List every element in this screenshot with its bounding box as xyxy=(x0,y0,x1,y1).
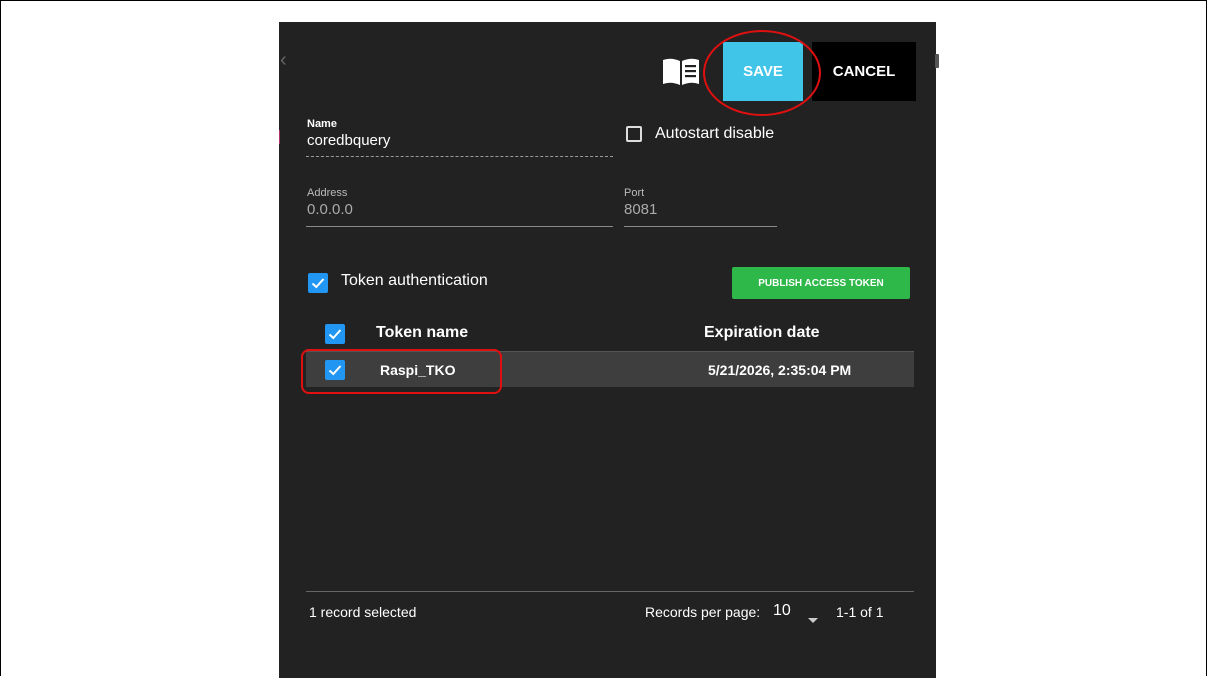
footer-divider xyxy=(306,591,914,592)
selection-count: 1 record selected xyxy=(309,604,417,620)
cancel-button[interactable]: CANCEL xyxy=(812,42,916,101)
edge-icon xyxy=(935,54,939,68)
expiration-date-cell: 5/21/2026, 2:35:04 PM xyxy=(708,362,852,378)
select-all-checkbox[interactable] xyxy=(325,324,345,344)
back-chevron-icon[interactable]: ‹ xyxy=(280,50,288,70)
address-underline xyxy=(306,226,613,227)
autostart-label: Autostart disable xyxy=(655,125,775,142)
check-icon xyxy=(328,329,342,340)
accent-marker xyxy=(279,130,280,144)
save-button[interactable]: SAVE xyxy=(723,42,803,101)
token-auth-checkbox[interactable] xyxy=(308,273,328,293)
column-header-expiration-date[interactable]: Expiration date xyxy=(704,324,820,342)
row-checkbox[interactable] xyxy=(325,360,345,380)
records-per-page-label: Records per page: xyxy=(645,604,761,620)
name-input[interactable]: coredbquery xyxy=(307,132,390,149)
name-underline xyxy=(306,156,613,157)
name-label: Name xyxy=(307,118,337,130)
port-input[interactable]: 8081 xyxy=(624,201,657,218)
service-edit-panel: ‹ SAVE CANCEL Name coredbquery Autostart… xyxy=(279,22,939,678)
token-name-cell: Raspi_TKO xyxy=(380,362,456,378)
chevron-down-icon[interactable] xyxy=(808,618,818,623)
column-header-token-name[interactable]: Token name xyxy=(376,324,468,342)
autostart-checkbox[interactable] xyxy=(626,126,642,142)
address-label: Address xyxy=(307,187,348,199)
check-icon xyxy=(328,365,342,376)
pagination-range: 1-1 of 1 xyxy=(836,604,884,620)
records-per-page-select[interactable]: 10 xyxy=(773,602,791,620)
address-input[interactable]: 0.0.0.0 xyxy=(307,201,353,218)
publish-access-token-button[interactable]: PUBLISH ACCESS TOKEN xyxy=(732,267,910,299)
port-label: Port xyxy=(624,187,645,199)
token-auth-label: Token authentication xyxy=(341,272,488,289)
check-icon xyxy=(311,278,325,289)
port-underline xyxy=(624,226,777,227)
book-icon[interactable] xyxy=(661,55,701,87)
